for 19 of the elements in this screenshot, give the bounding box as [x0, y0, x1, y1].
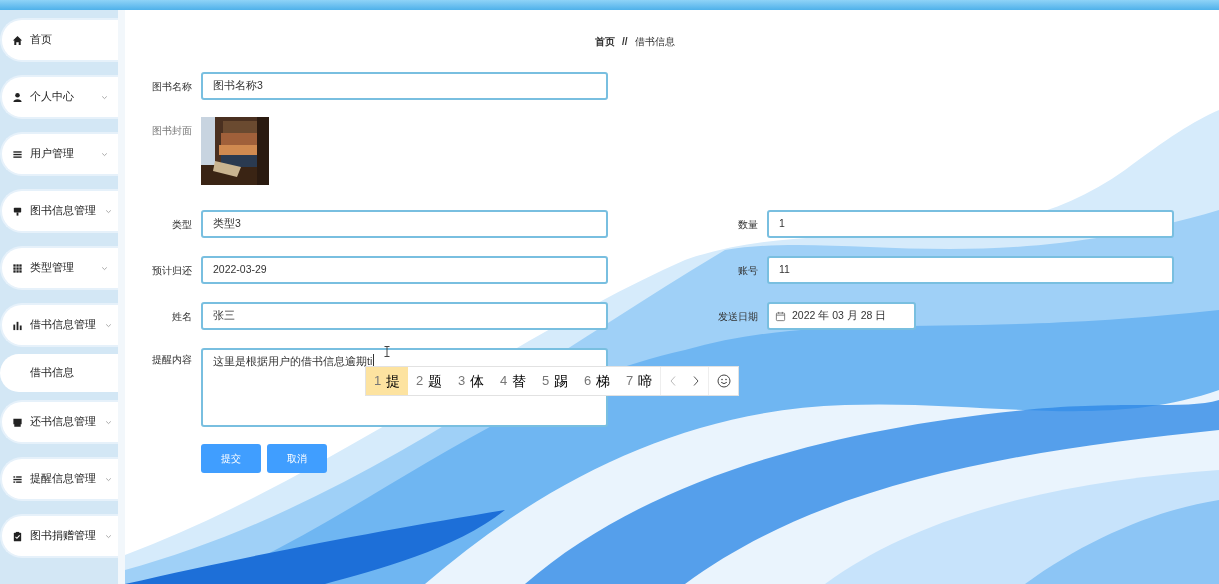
menu-item[interactable]: 提醒信息管理 [0, 457, 118, 501]
menu-item[interactable]: 个人中心 [0, 75, 118, 119]
submenu-item[interactable]: 借书信息 [0, 354, 118, 392]
menu-item[interactable]: 图书信息管理 [0, 189, 118, 233]
menu-item[interactable]: 首页 [0, 18, 118, 62]
menu-item[interactable]: 用户管理 [0, 132, 118, 176]
user-icon [12, 91, 23, 103]
clipboard-check-icon [12, 530, 23, 542]
grid-icon [12, 262, 23, 274]
menu-item[interactable]: 借书信息管理 [0, 303, 118, 347]
bar-chart-icon [12, 319, 23, 331]
tray-icon [12, 416, 23, 428]
menu-item[interactable]: 类型管理 [0, 246, 118, 290]
list-icon [12, 148, 23, 160]
list-icon [12, 473, 23, 485]
stamp-icon [12, 205, 23, 217]
menu-item[interactable]: 还书信息管理 [0, 400, 118, 444]
menu-item[interactable]: 图书捐赠管理 [0, 514, 118, 558]
home-icon [12, 34, 23, 46]
